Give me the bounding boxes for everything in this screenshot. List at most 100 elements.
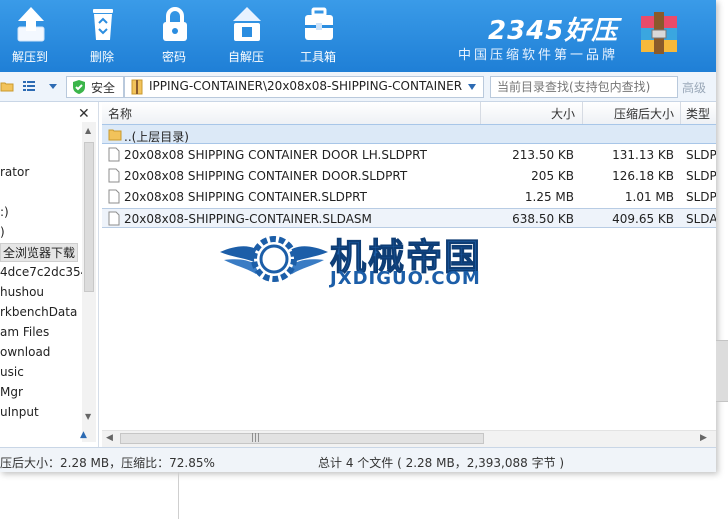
file-icon (108, 168, 120, 183)
folder-tree: ✕ rator :) ) 全浏览器下载 4dce7c2dc354 hushou … (0, 102, 99, 447)
toolbox-button[interactable]: 工具箱 (288, 0, 348, 72)
desktop-divider (178, 472, 179, 519)
column-packed-size[interactable]: 压缩后大小 (614, 105, 674, 122)
app-window: 解压到 删除 密码 自解压 工具箱 2345好压 中国压缩软件第一品牌 安全 I… (0, 0, 716, 472)
self-extract-icon (233, 7, 261, 41)
status-bar: 压后大小：2.28 MB，压缩比：72.85% 总计 4 个文件 ( 2.28 … (0, 447, 716, 472)
search-input[interactable] (495, 78, 675, 96)
scroll-up-arrow-icon[interactable]: ▲ (85, 126, 91, 135)
archive-logo-icon (641, 12, 677, 54)
password-label: 密码 (161, 50, 186, 64)
column-separator[interactable] (582, 102, 583, 124)
table-row[interactable]: 20x08x08 SHIPPING CONTAINER.SLDPRT 1.25 … (102, 187, 716, 207)
lock-icon (163, 7, 187, 41)
column-separator[interactable] (480, 102, 481, 124)
secure-badge[interactable]: 安全 (66, 76, 124, 98)
tree-item[interactable]: :) (0, 205, 9, 219)
toolbox-label: 工具箱 (299, 50, 336, 64)
file-icon (108, 211, 120, 226)
path-field[interactable]: IPPING-CONTAINER\20x08x08-SHIPPING-CONTA… (124, 76, 484, 98)
horizontal-scrollbar[interactable]: ◀ ||| ▶ (102, 430, 716, 447)
tree-item[interactable]: Mgr (0, 385, 23, 399)
scroll-right-arrow-icon[interactable]: ▶ (700, 433, 707, 443)
self-extract-label: 自解压 (227, 50, 264, 64)
table-row[interactable]: 20x08x08 SHIPPING CONTAINER DOOR.SLDPRT … (102, 166, 716, 186)
background-window-edge (716, 340, 728, 402)
status-compression: 压后大小：2.28 MB，压缩比：72.85% (0, 456, 215, 470)
extract-icon (17, 7, 45, 42)
table-row[interactable]: 20x08x08 SHIPPING CONTAINER DOOR LH.SLDP… (102, 145, 716, 165)
brand: 2345好压 中国压缩软件第一品牌 (448, 6, 688, 68)
winged-gear-logo-icon (220, 236, 328, 282)
watermark: 机械帝国 JXDIGUO.COM (218, 228, 518, 294)
file-packed-size: 1.01 MB (624, 190, 674, 204)
close-icon[interactable]: ✕ (78, 106, 90, 122)
column-size[interactable]: 大小 (551, 105, 575, 122)
file-packed-size: 131.13 KB (612, 148, 674, 162)
password-button[interactable]: 密码 (144, 0, 204, 72)
path-dropdown-icon[interactable] (467, 83, 477, 91)
file-type: SLDP (686, 190, 716, 204)
toolbar: 解压到 删除 密码 自解压 工具箱 2345好压 中国压缩软件第一品牌 (0, 0, 716, 72)
scroll-grip-icon: ||| (251, 433, 261, 443)
parent-directory-row[interactable]: ..(上层目录) (102, 124, 716, 144)
watermark-url-text: JXDIGUO.COM (330, 268, 481, 289)
folder-icon (108, 129, 122, 141)
tree-item[interactable]: usic (0, 365, 24, 379)
file-type: SLDA (686, 212, 716, 226)
tree-item-selected[interactable]: 全浏览器下载 (0, 243, 79, 262)
advanced-link[interactable]: 高级 (682, 79, 706, 96)
address-bar: 安全 IPPING-CONTAINER\20x08x08-SHIPPING-CO… (0, 72, 716, 102)
recycle-bin-icon (93, 9, 113, 40)
tree-item[interactable]: uInput (0, 405, 39, 419)
file-name: 20x08x08-SHIPPING-CONTAINER.SLDASM (124, 212, 372, 226)
column-separator[interactable] (680, 102, 681, 124)
delete-button[interactable]: 删除 (72, 0, 132, 72)
file-size: 205 KB (531, 169, 574, 183)
file-icon (108, 189, 120, 204)
extract-to-button[interactable]: 解压到 (0, 0, 60, 72)
table-row-selected[interactable]: 20x08x08-SHIPPING-CONTAINER.SLDASM 638.5… (102, 208, 716, 228)
path-text: IPPING-CONTAINER\20x08x08-SHIPPING-CONTA… (149, 79, 463, 93)
tree-item[interactable]: ) (0, 225, 5, 239)
collapse-arrow-icon[interactable]: ▲ (80, 430, 87, 440)
list-header: 名称 大小 压缩后大小 类型 (102, 102, 716, 125)
file-packed-size: 409.65 KB (612, 212, 674, 226)
delete-label: 删除 (89, 50, 114, 64)
scroll-down-arrow-icon[interactable]: ▼ (85, 412, 91, 421)
brand-title: 2345好压 (488, 16, 619, 46)
brand-subtitle: 中国压缩软件第一品牌 (458, 48, 619, 63)
tree-scrollbar[interactable]: ▲ ▼ (82, 122, 96, 442)
tree-item[interactable]: rkbenchData (0, 305, 77, 319)
file-size: 638.50 KB (512, 212, 574, 226)
tree-item[interactable]: hushou (0, 285, 44, 299)
column-type[interactable]: 类型 (686, 105, 710, 122)
search-box[interactable] (490, 76, 678, 98)
horizontal-scroll-thumb[interactable]: ||| (120, 433, 484, 444)
zip-folder-icon (131, 79, 143, 95)
shield-check-icon (73, 80, 85, 94)
file-name: 20x08x08 SHIPPING CONTAINER.SLDPRT (124, 190, 367, 204)
column-name[interactable]: 名称 (108, 105, 132, 122)
tree-item[interactable]: rator (0, 165, 29, 179)
file-packed-size: 126.18 KB (612, 169, 674, 183)
self-extract-button[interactable]: 自解压 (216, 0, 276, 72)
chevron-down-icon[interactable] (46, 79, 60, 93)
file-size: 213.50 KB (512, 148, 574, 162)
status-total: 总计 4 个文件 ( 2.28 MB，2,393,088 字节 ) (318, 456, 565, 470)
tree-scroll-thumb[interactable] (84, 142, 94, 292)
secure-label: 安全 (91, 81, 116, 95)
file-type: SLDP (686, 169, 716, 183)
file-name: 20x08x08 SHIPPING CONTAINER DOOR LH.SLDP… (124, 148, 427, 162)
list-view-icon[interactable] (22, 79, 36, 93)
toolbox-icon (305, 7, 333, 40)
scroll-left-arrow-icon[interactable]: ◀ (106, 433, 113, 443)
tree-item[interactable]: 4dce7c2dc354 (0, 265, 88, 279)
extract-to-label: 解压到 (11, 50, 48, 64)
tree-item[interactable]: am Files (0, 325, 49, 339)
file-size: 1.25 MB (524, 190, 574, 204)
parent-directory-label: ..(上层目录) (124, 130, 189, 144)
file-name: 20x08x08 SHIPPING CONTAINER DOOR.SLDPRT (124, 169, 408, 183)
tree-item[interactable]: ownload (0, 345, 50, 359)
back-folder-icon[interactable] (0, 79, 14, 93)
